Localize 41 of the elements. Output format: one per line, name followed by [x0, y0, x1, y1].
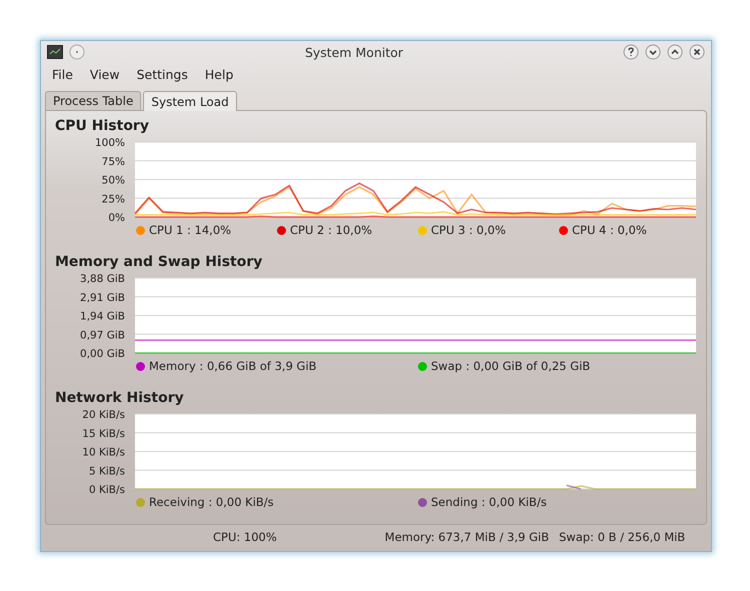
axis-tick-label: 5 KiB/s [88, 465, 125, 478]
status-text: CPU: 100% [213, 530, 277, 544]
menu-item[interactable]: Settings [136, 67, 188, 87]
axis-tick-label: 0 KiB/s [88, 484, 125, 495]
status-text: Memory: 673,7 MiB / 3,9 GiB [384, 530, 549, 544]
close-icon[interactable] [689, 44, 705, 60]
legend-label: CPU 3 : 0,0% [431, 223, 506, 237]
tab[interactable]: Process Table [45, 91, 142, 110]
menu-item[interactable]: File [52, 67, 73, 87]
app-icon [47, 45, 63, 59]
window-title: System Monitor [304, 44, 404, 60]
legend-label: Memory : 0,66 GiB of 3,9 GiB [149, 359, 317, 373]
help-icon[interactable] [623, 44, 639, 60]
axis-tick-label: 100% [94, 137, 125, 149]
axis-tick-label: 1,94 GiB [80, 310, 125, 322]
axis-tick-label: 3,88 GiB [80, 273, 125, 285]
legend-label: Sending : 0,00 KiB/s [431, 495, 547, 509]
axis-tick-label: 0% [108, 212, 125, 223]
maximize-icon[interactable] [667, 44, 683, 60]
axis-tick-label: 0,97 GiB [80, 329, 125, 342]
section-title: Network History [55, 389, 185, 407]
legend-label: Receiving : 0,00 KiB/s [149, 495, 274, 509]
axis-tick-label: 25% [102, 193, 125, 206]
legend-label: CPU 2 : 10,0% [290, 223, 372, 237]
legend-label: Swap : 0,00 GiB of 0,25 GiB [431, 359, 590, 373]
axis-tick-label: 75% [102, 156, 125, 168]
menu-item[interactable]: View [90, 67, 120, 87]
menu-item[interactable]: Help [204, 67, 234, 87]
axis-tick-label: 0,00 GiB [80, 348, 125, 359]
axis-tick-label: 2,91 GiB [80, 292, 125, 304]
legend-label: CPU 1 : 14,0% [149, 223, 232, 237]
status-text: Swap: 0 B / 256,0 MiB [558, 530, 686, 544]
minimize-icon[interactable] [645, 44, 661, 60]
axis-tick-label: 50% [102, 174, 125, 186]
axis-tick-label: 20 KiB/s [82, 409, 125, 421]
axis-tick-label: 15 KiB/s [82, 428, 125, 440]
section-title: Memory and Swap History [55, 253, 264, 271]
legend-label: CPU 4 : 0,0% [572, 223, 647, 237]
section-title: CPU History [55, 117, 150, 135]
axis-tick-label: 10 KiB/s [82, 446, 125, 458]
tab[interactable]: System Load [143, 91, 237, 111]
